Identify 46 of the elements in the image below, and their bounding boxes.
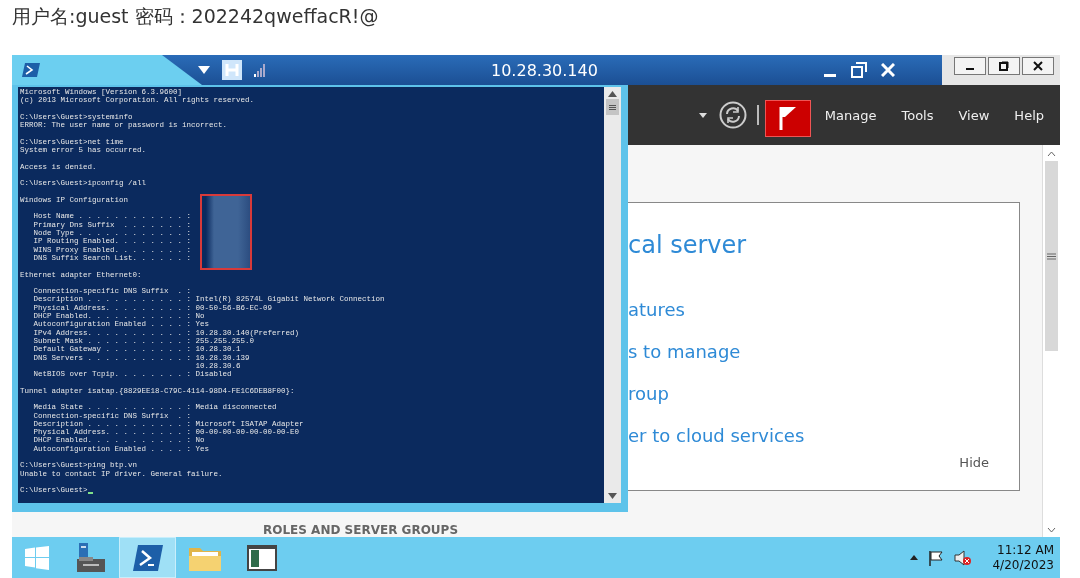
welcome-heading: cal server xyxy=(628,230,747,261)
speaker-muted-icon[interactable] xyxy=(954,549,973,566)
close-icon[interactable] xyxy=(881,63,895,77)
notifications-flag-button[interactable] xyxy=(764,99,811,137)
scroll-down-icon[interactable] xyxy=(1047,527,1056,533)
connection-title: 10.28.30.140 xyxy=(491,60,599,80)
menu-item[interactable]: Tools xyxy=(901,107,934,123)
restore-icon[interactable] xyxy=(851,62,867,78)
scroll-down-icon[interactable] xyxy=(608,493,617,499)
minimize-icon xyxy=(966,68,974,70)
powershell-icon xyxy=(22,63,40,77)
taskbar-button[interactable] xyxy=(119,537,176,578)
scroll-up-icon[interactable] xyxy=(1047,151,1056,157)
grip-icon[interactable] xyxy=(1047,252,1056,260)
credentials-caption: 用户名:guest 密码：202242qweffacR!@ xyxy=(11,4,380,29)
clock-time: 11:12 AM xyxy=(997,542,1054,558)
hide-link[interactable]: Hide xyxy=(959,455,989,470)
window-icon xyxy=(246,544,277,571)
flag-icon xyxy=(778,106,797,130)
minimize-button[interactable] xyxy=(954,57,986,75)
server-toolbox-icon xyxy=(74,542,107,573)
close-button[interactable] xyxy=(1022,57,1054,75)
caret-up-icon[interactable] xyxy=(910,555,919,560)
clock-date: 4/20/2023 xyxy=(992,557,1054,573)
menu-item[interactable]: Help xyxy=(1014,107,1044,123)
scrollbar[interactable] xyxy=(1042,145,1060,537)
menu-item[interactable]: Manage xyxy=(824,107,877,123)
signal-bars-icon xyxy=(254,63,266,77)
console-scrollbar[interactable] xyxy=(604,87,621,503)
restore-icon xyxy=(999,61,1009,71)
powershell-icon xyxy=(132,544,163,571)
scroll-up-icon[interactable] xyxy=(608,91,617,97)
close-icon xyxy=(1033,61,1043,71)
quick-start-link[interactable]: er to cloud services xyxy=(628,415,805,457)
caret-down-icon[interactable] xyxy=(698,112,707,118)
flag-icon[interactable] xyxy=(928,549,945,566)
restore-button[interactable] xyxy=(988,57,1020,75)
quick-start-link[interactable]: atures xyxy=(628,289,685,331)
refresh-icon[interactable] xyxy=(718,101,747,129)
section-heading: ROLES AND SERVER GROUPS xyxy=(263,523,460,537)
quick-start-link[interactable]: s to manage xyxy=(628,331,741,373)
menu-item[interactable]: View xyxy=(958,107,990,123)
caret-down-icon[interactable] xyxy=(198,66,210,74)
quick-start-link[interactable]: roup xyxy=(628,373,669,415)
grip-icon[interactable] xyxy=(609,104,616,110)
windows-logo-icon xyxy=(25,545,49,570)
